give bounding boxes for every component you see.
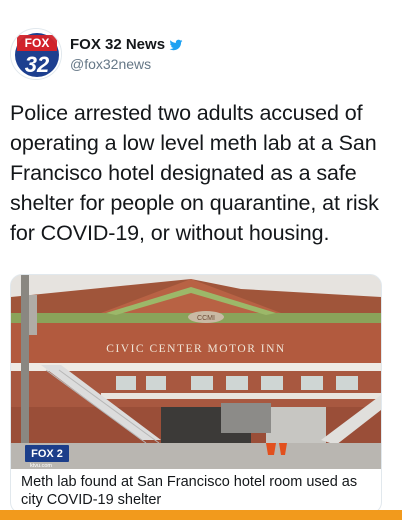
account-names: FOX 32 News @fox32news bbox=[70, 36, 183, 72]
tweet-text: Police arrested two adults accused of op… bbox=[10, 101, 379, 245]
fox32-logo: FOX 32 bbox=[11, 29, 61, 79]
ccmi-logo: CCMI bbox=[197, 315, 215, 322]
tweet[interactable]: FOX 32 FOX 32 News @fox32news Police arr… bbox=[0, 0, 402, 520]
link-card[interactable]: CIVIC CENTER MOTOR INN CCMI FOX 2 ktvu.c… bbox=[10, 274, 382, 514]
avatar[interactable]: FOX 32 bbox=[10, 28, 62, 80]
motor-inn-sign: CIVIC CENTER MOTOR INN bbox=[106, 343, 285, 355]
svg-text:FOX: FOX bbox=[25, 36, 50, 50]
card-title[interactable]: Meth lab found at San Francisco hotel ro… bbox=[21, 473, 371, 509]
svg-text:32: 32 bbox=[25, 52, 50, 77]
handle[interactable]: @fox32news bbox=[70, 56, 183, 72]
bottom-accent-bar bbox=[0, 510, 402, 520]
display-name-text[interactable]: FOX 32 News bbox=[70, 36, 165, 53]
ktvu-url: ktvu.com bbox=[30, 463, 52, 469]
card-image[interactable]: CIVIC CENTER MOTOR INN CCMI FOX 2 ktvu.c… bbox=[11, 275, 381, 469]
bird-icon bbox=[169, 38, 183, 52]
fox2-watermark: FOX 2 bbox=[31, 448, 63, 460]
tweet-header: FOX 32 FOX 32 News @fox32news bbox=[10, 28, 390, 80]
display-name[interactable]: FOX 32 News bbox=[70, 36, 183, 53]
